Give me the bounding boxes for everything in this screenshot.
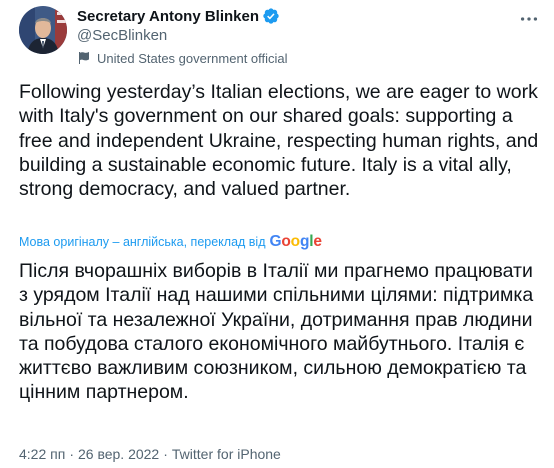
translation-attribution[interactable]: Мова оригіналу – англійська, переклад ві… (19, 233, 322, 251)
meta-separator: · (163, 446, 168, 462)
meta-separator: · (69, 446, 74, 462)
author-handle[interactable]: @SecBlinken (77, 26, 288, 46)
translation-note: Мова оригіналу – англійська, переклад ві… (19, 235, 266, 249)
more-options-icon[interactable] (518, 8, 540, 30)
tweet-date[interactable]: 26 вер. 2022 (78, 446, 159, 462)
government-label[interactable]: United States government official (77, 49, 288, 67)
tweet-card: Secretary Antony Blinken @SecBlinken Uni… (0, 0, 554, 468)
translated-text: Після вчорашніх виборів в Італії ми праг… (19, 260, 534, 404)
tweet-source[interactable]: Twitter for iPhone (172, 446, 281, 462)
government-flag-icon (77, 50, 93, 66)
government-label-text: United States government official (97, 50, 288, 66)
author-display-name[interactable]: Secretary Antony Blinken (77, 8, 259, 25)
name-row: Secretary Antony Blinken (77, 6, 288, 26)
verified-badge-icon (262, 7, 280, 25)
tweet-time[interactable]: 4:22 пп (19, 446, 65, 462)
avatar[interactable] (19, 6, 67, 54)
avatar-photo (19, 6, 67, 54)
tweet-meta: 4:22 пп · 26 вер. 2022 · Twitter for iPh… (19, 446, 281, 462)
google-logo: Google (269, 233, 322, 250)
author-info: Secretary Antony Blinken @SecBlinken Uni… (77, 6, 288, 67)
tweet-text: Following yesterday’s Italian elections,… (19, 81, 539, 201)
